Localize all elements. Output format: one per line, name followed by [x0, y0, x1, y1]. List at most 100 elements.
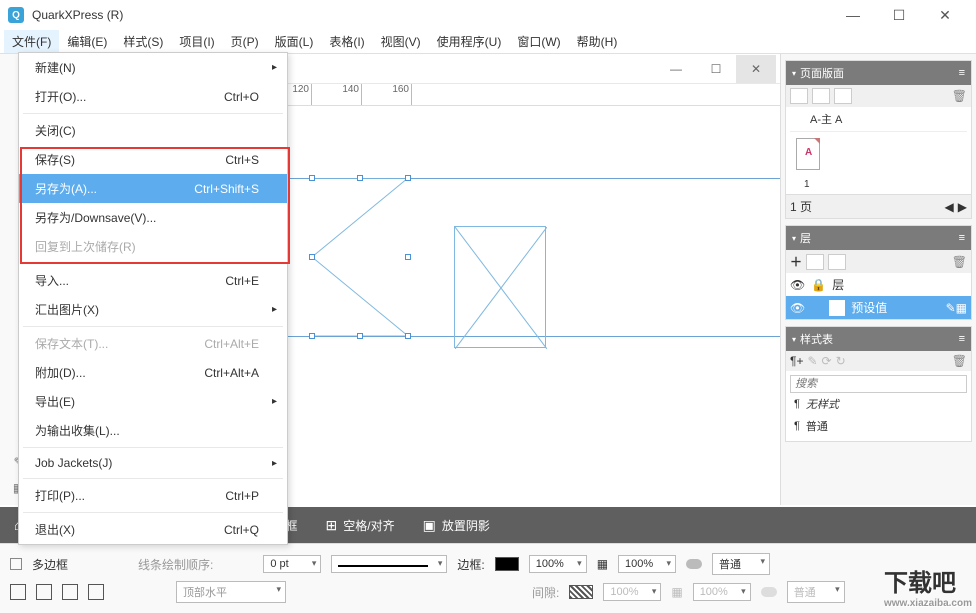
layer-row-default[interactable]: 👁 预设值 ✎▦: [786, 296, 971, 319]
menu-item-x[interactable]: 汇出图片(X)▸: [19, 295, 287, 324]
corner-swatch-2[interactable]: [36, 584, 52, 600]
style-search-input[interactable]: [790, 375, 967, 393]
menu-item-o[interactable]: 打开(O)...Ctrl+O: [19, 82, 287, 111]
menu-item-p[interactable]: 打印(P)...Ctrl+P: [19, 481, 287, 510]
layers-panel-title: 层: [800, 230, 811, 246]
doc-minimize-button[interactable]: —: [656, 55, 696, 83]
tab-spacing[interactable]: ⊞空格/对齐: [312, 507, 409, 543]
tab-shadow[interactable]: ▣放置阴影: [409, 507, 504, 543]
border-color-swatch[interactable]: [495, 557, 519, 571]
toggle-icon[interactable]: [686, 559, 702, 569]
selected-box[interactable]: [312, 178, 408, 336]
corner-swatch-3[interactable]: [62, 584, 78, 600]
menu-page[interactable]: 页(P): [223, 30, 267, 53]
opacity-icon: ▦: [597, 557, 608, 571]
gap-swatch[interactable]: [569, 585, 593, 599]
menu-item-d[interactable]: 附加(D)...Ctrl+Alt+A: [19, 358, 287, 387]
menu-window[interactable]: 窗口(W): [509, 30, 568, 53]
menu-file[interactable]: 文件(F): [4, 30, 59, 53]
trash-icon[interactable]: 🗑: [952, 89, 967, 103]
menu-item-jobjacketsj[interactable]: Job Jackets(J)▸: [19, 450, 287, 476]
style-normal[interactable]: ¶ 普通: [790, 415, 967, 437]
style-none[interactable]: ¶ 无样式: [790, 393, 967, 415]
order-combo[interactable]: 顶部水平: [176, 581, 286, 603]
line-style-combo[interactable]: [331, 555, 447, 573]
menu-item-x[interactable]: 退出(X)Ctrl+Q: [19, 515, 287, 544]
styles-panel-header[interactable]: ▾ 样式表 ≡: [786, 327, 971, 351]
menu-item[interactable]: 项目(I): [171, 30, 222, 53]
doc-close-button[interactable]: ✕: [736, 55, 776, 83]
picture-box[interactable]: [454, 226, 546, 348]
watermark: 下载吧 www.xiazaiba.com: [884, 563, 972, 609]
border-color-label: 边框:: [457, 556, 484, 573]
collapse-icon: ▾: [792, 69, 796, 78]
pages-panel: ▾ 页面版面 ≡ 🗑 A-主 A A: [785, 60, 972, 219]
update-style-icon[interactable]: ↻: [836, 354, 846, 368]
styles-panel-title: 样式表: [800, 331, 833, 347]
scroll-right-icon[interactable]: ▶: [958, 200, 967, 214]
add-layer-icon[interactable]: ＋: [790, 253, 802, 270]
corner-swatch-4[interactable]: [88, 584, 104, 600]
menu-help[interactable]: 帮助(H): [569, 30, 626, 53]
menu-view[interactable]: 视图(V): [373, 30, 429, 53]
edit-style-icon[interactable]: ✎: [807, 354, 817, 368]
gap-mode-combo[interactable]: 普通: [787, 581, 845, 603]
gap-opacity-combo[interactable]: 100%: [603, 583, 661, 601]
trash-icon[interactable]: 🗑: [952, 354, 967, 368]
menu-item-s[interactable]: 保存(S)Ctrl+S: [19, 145, 287, 174]
layer-icon-1[interactable]: [806, 254, 824, 270]
menu-item-c[interactable]: 关闭(C): [19, 116, 287, 145]
menu-item-e[interactable]: 导出(E)▸: [19, 387, 287, 416]
menu-item-a[interactable]: 另存为(A)...Ctrl+Shift+S: [19, 174, 287, 203]
multiborder-checkbox[interactable]: [10, 558, 22, 570]
panel-menu-icon[interactable]: ≡: [959, 333, 965, 345]
layer-icon-2[interactable]: [828, 254, 846, 270]
menu-item-downsavev[interactable]: 另存为/Downsave(V)...: [19, 203, 287, 232]
panel-menu-icon[interactable]: ≡: [959, 67, 965, 79]
gap-shade-combo[interactable]: 100%: [693, 583, 751, 601]
shadow-icon: ▣: [423, 517, 436, 534]
doc-maximize-button[interactable]: ☐: [696, 55, 736, 83]
page-thumbnail[interactable]: A: [796, 138, 820, 170]
minimize-button[interactable]: —: [830, 0, 876, 30]
master-page-label[interactable]: A-主 A: [810, 111, 842, 127]
toggle-icon[interactable]: [761, 587, 777, 597]
close-button[interactable]: ✕: [922, 0, 968, 30]
menu-item-n[interactable]: 新建(N)▸: [19, 53, 287, 82]
page-icon[interactable]: [834, 88, 852, 104]
menu-layout[interactable]: 版面(L): [267, 30, 322, 53]
menu-table[interactable]: 表格(I): [321, 30, 372, 53]
shade-combo[interactable]: 100%: [618, 555, 676, 573]
spacing-icon: ⊞: [326, 517, 338, 534]
border-mode-combo[interactable]: 普通: [712, 553, 770, 575]
new-style-icon[interactable]: ¶+: [790, 354, 803, 368]
stroke-width-combo[interactable]: 0 pt: [263, 555, 321, 573]
menu-utilities[interactable]: 使用程序(U): [429, 30, 510, 53]
menu-item-l[interactable]: 为输出收集(L)...: [19, 416, 287, 445]
lock-icon: 🔒: [811, 278, 826, 292]
eye-icon: 👁: [790, 278, 805, 292]
layer-color-swatch: [829, 300, 845, 316]
dup-page-icon[interactable]: [812, 88, 830, 104]
multiborder-label: 多边框: [32, 556, 68, 573]
app-icon: Q: [8, 7, 24, 23]
menu-style[interactable]: 样式(S): [115, 30, 171, 53]
border-opacity-combo[interactable]: 100%: [529, 555, 587, 573]
pages-panel-header[interactable]: ▾ 页面版面 ≡: [786, 61, 971, 85]
sync-style-icon[interactable]: ⟳: [822, 354, 832, 368]
menubar: 文件(F) 编辑(E) 样式(S) 项目(I) 页(P) 版面(L) 表格(I)…: [0, 30, 976, 54]
menu-item-[interactable]: 导入...Ctrl+E: [19, 266, 287, 295]
menu-edit[interactable]: 编辑(E): [59, 30, 115, 53]
eye-icon[interactable]: 👁: [790, 301, 805, 315]
trash-icon[interactable]: 🗑: [952, 255, 967, 269]
new-page-icon[interactable]: [790, 88, 808, 104]
order-label: 线条绘制顺序:: [138, 556, 213, 573]
collapse-icon: ▾: [792, 335, 796, 344]
properties-bar: 多边框 线条绘制顺序: 0 pt 边框: 100% ▦ 100% 普通 顶部水平…: [0, 543, 976, 613]
corner-swatch-1[interactable]: [10, 584, 26, 600]
edit-layer-icon[interactable]: ✎▦: [946, 301, 967, 315]
layers-panel-header[interactable]: ▾ 层 ≡: [786, 226, 971, 250]
maximize-button[interactable]: ☐: [876, 0, 922, 30]
panel-menu-icon[interactable]: ≡: [959, 232, 965, 244]
scroll-left-icon[interactable]: ◀: [945, 200, 954, 214]
